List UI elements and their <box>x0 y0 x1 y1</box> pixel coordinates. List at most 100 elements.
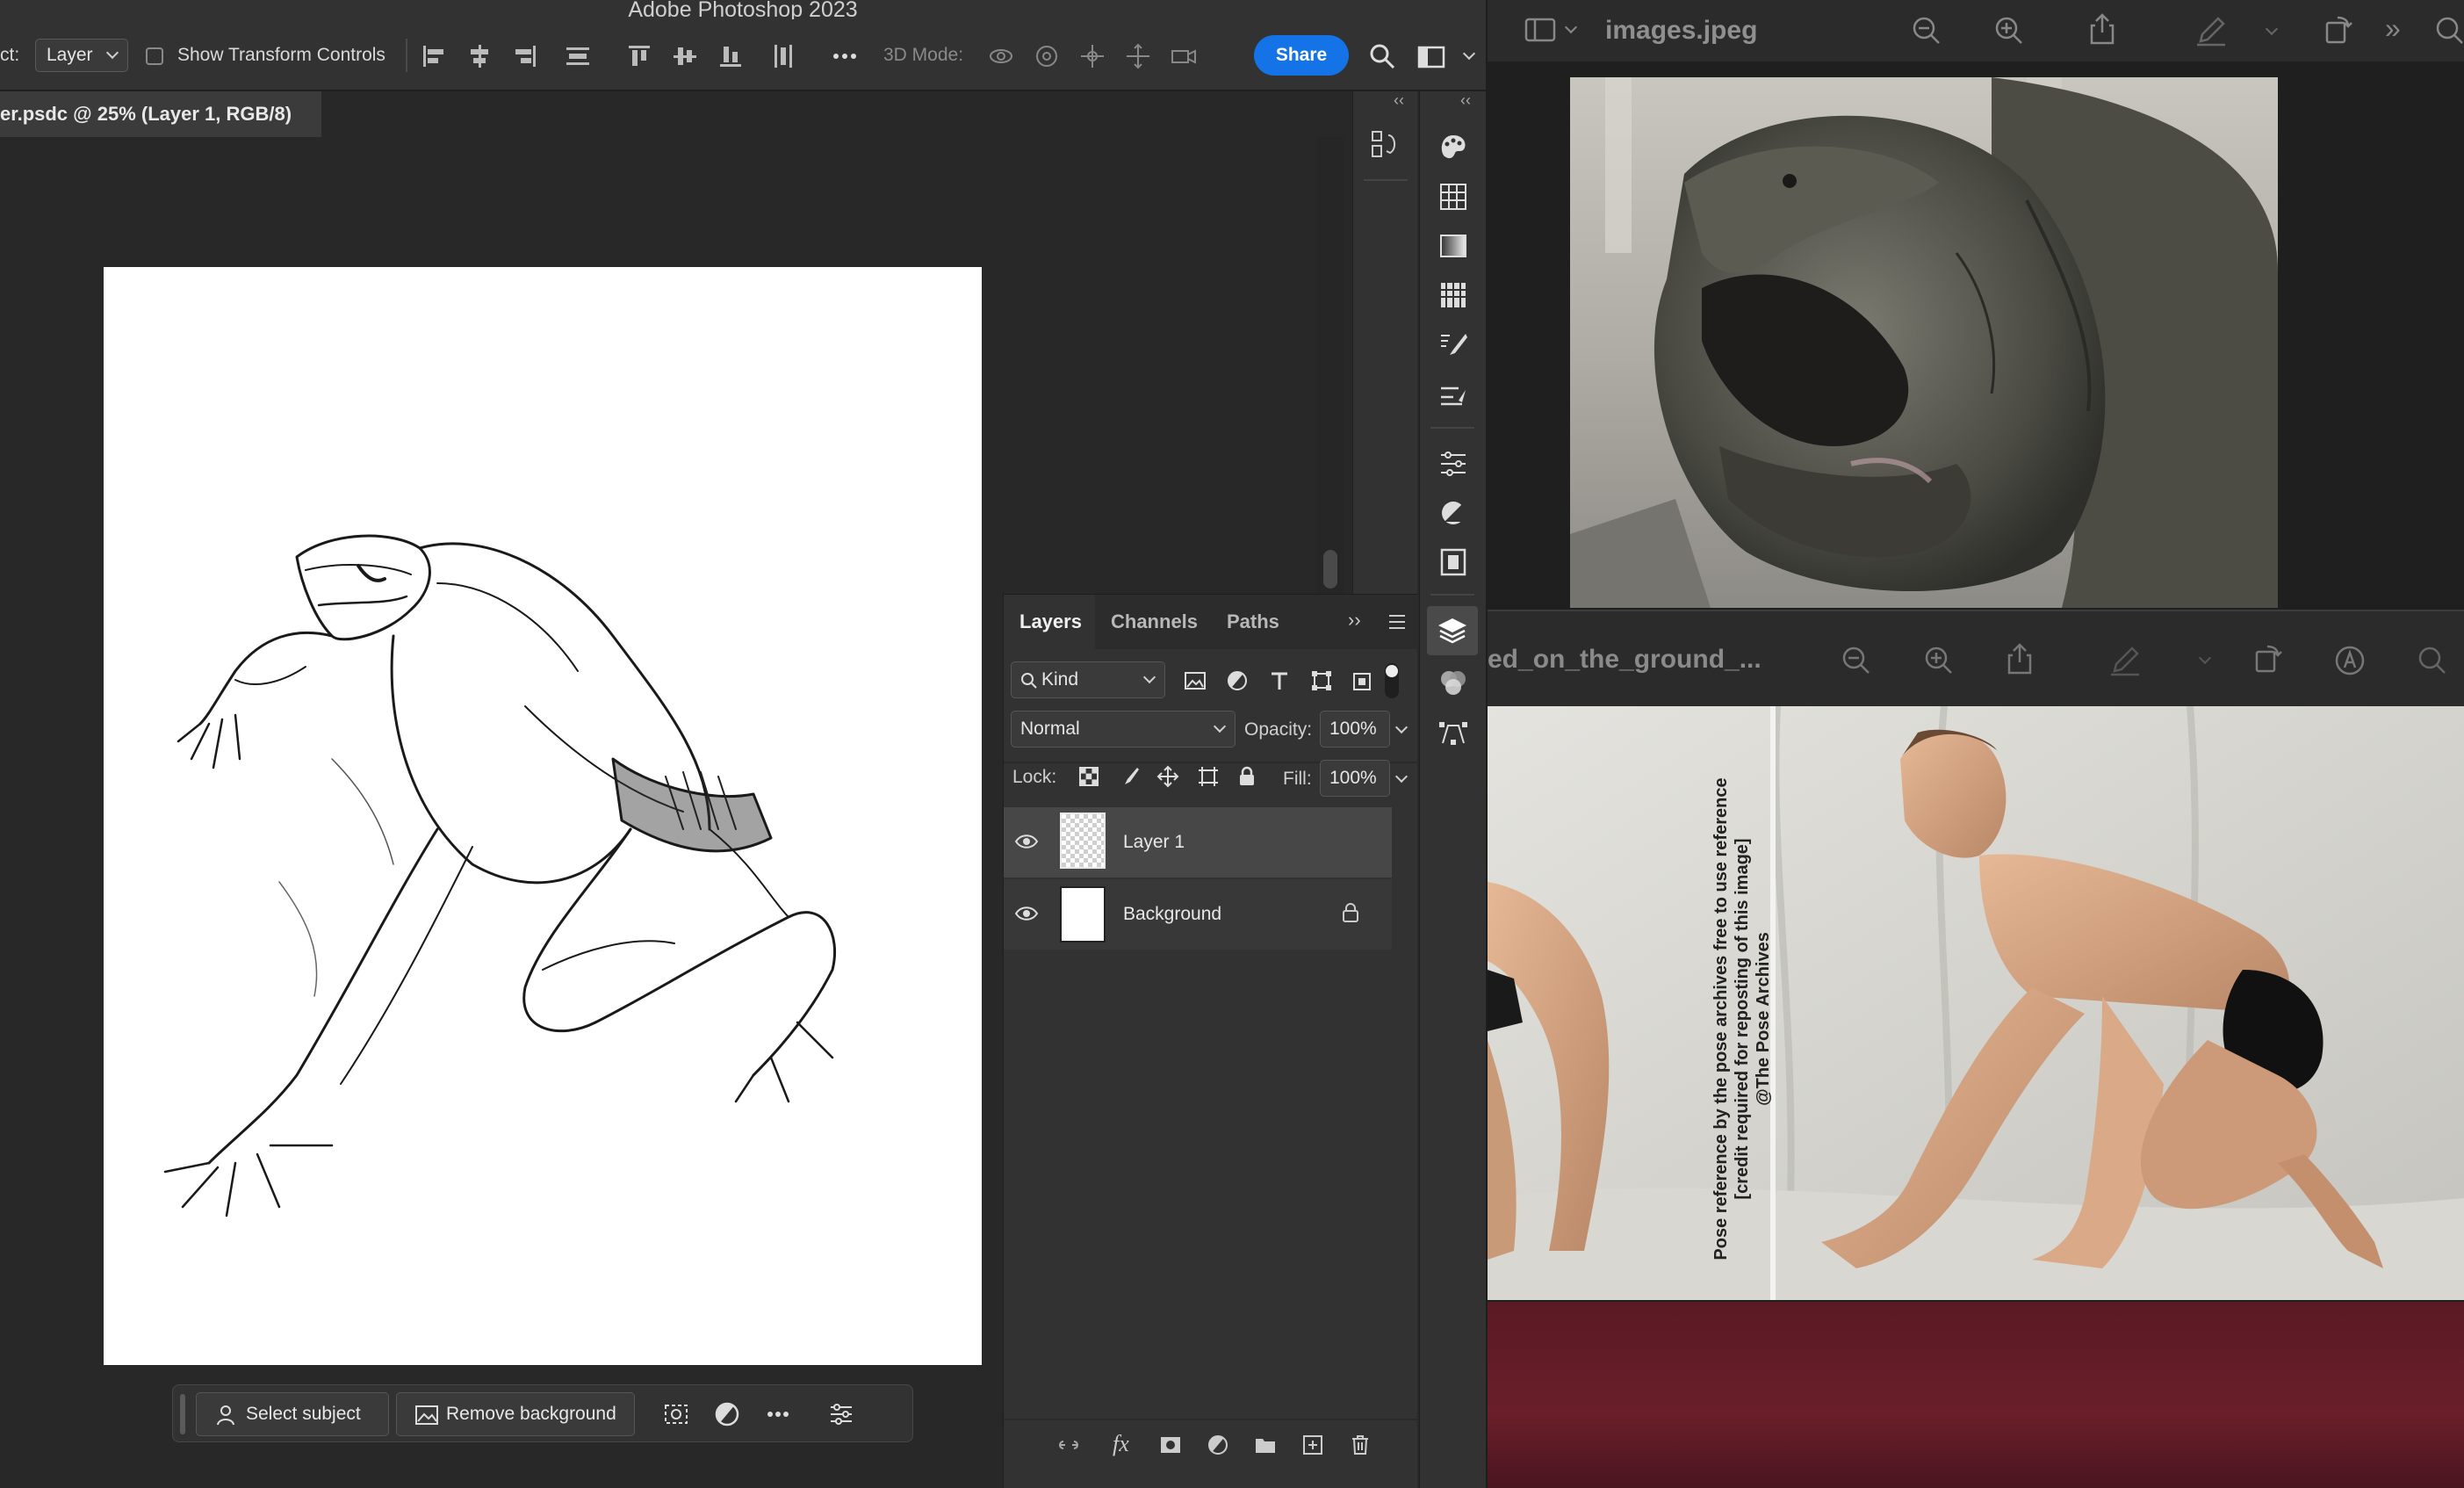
visibility-eye-icon[interactable] <box>1014 832 1039 851</box>
tab-channels[interactable]: Channels <box>1111 595 1198 649</box>
brush-settings-icon[interactable] <box>1436 378 1471 413</box>
adjustment-layer-icon[interactable] <box>1436 495 1471 531</box>
panel-expand-icon[interactable]: ›› <box>1348 609 1361 632</box>
visibility-eye-icon[interactable] <box>1014 904 1039 923</box>
shape-filter-icon[interactable] <box>1309 668 1334 693</box>
layers-dock-button[interactable] <box>1427 606 1478 655</box>
distribute-vertical-icon[interactable] <box>767 40 799 72</box>
drag-handle[interactable] <box>180 1394 185 1434</box>
align-left-icon[interactable] <box>418 40 450 72</box>
document-canvas[interactable] <box>104 267 982 1365</box>
share-icon[interactable] <box>2002 641 2037 676</box>
search-icon[interactable] <box>2415 643 2450 678</box>
opacity-chevron-icon[interactable] <box>1394 720 1409 734</box>
document-tab[interactable]: er.psdc @ 25% (Layer 1, RGB/8) <box>0 91 321 137</box>
sidebar-toggle-icon[interactable] <box>1523 12 1558 47</box>
scrollbar-thumb[interactable] <box>1323 550 1337 589</box>
more-options-icon[interactable] <box>829 40 861 72</box>
sidebar-chevron-icon[interactable] <box>1564 20 1578 34</box>
new-group-icon[interactable] <box>1253 1433 1278 1457</box>
zoom-out-icon[interactable] <box>1909 13 1944 48</box>
delete-layer-icon[interactable] <box>1348 1433 1372 1457</box>
align-center-icon[interactable] <box>464 40 495 72</box>
new-layer-icon[interactable] <box>1300 1433 1325 1457</box>
layer-name[interactable]: Background <box>1123 904 1221 925</box>
smart-object-filter-icon[interactable] <box>1350 668 1374 693</box>
opacity-input[interactable]: 100% <box>1320 711 1390 748</box>
zoom-in-icon[interactable] <box>1992 13 2027 48</box>
lock-position-icon[interactable] <box>1156 765 1179 788</box>
transform-selection-icon[interactable] <box>661 1399 691 1429</box>
lock-all-icon[interactable] <box>1236 765 1258 788</box>
pixel-layer-filter-icon[interactable] <box>1183 668 1207 693</box>
annotate-icon[interactable] <box>2332 643 2367 678</box>
collapse-arrows-icon[interactable]: ‹‹ <box>1460 91 1471 110</box>
share-button[interactable]: Share <box>1254 35 1349 76</box>
layer-row-layer-1[interactable]: Layer 1 <box>1004 807 1392 878</box>
libraries-icon[interactable] <box>1436 545 1471 580</box>
blend-mode-value: Normal <box>1020 719 1080 739</box>
layer-name[interactable]: Layer 1 <box>1123 832 1185 853</box>
canvas-vertical-scrollbar[interactable] <box>1317 137 1344 594</box>
filter-kind-dropdown[interactable]: Kind <box>1011 661 1165 698</box>
fx-icon[interactable]: fx <box>1113 1431 1129 1457</box>
more-icon[interactable] <box>763 1399 793 1429</box>
brushes-icon[interactable] <box>1436 329 1471 364</box>
search-icon[interactable] <box>1366 40 1398 72</box>
3d-roll-icon[interactable] <box>1031 40 1063 72</box>
panel-menu-icon[interactable] <box>1387 612 1408 632</box>
new-adjustment-icon[interactable] <box>1206 1433 1230 1457</box>
add-mask-icon[interactable] <box>1158 1433 1183 1457</box>
markup-icon[interactable] <box>2194 13 2229 48</box>
lock-transparent-icon[interactable] <box>1077 765 1100 788</box>
patterns-icon[interactable] <box>1436 278 1471 313</box>
lock-artboard-icon[interactable] <box>1197 765 1220 788</box>
markup-chevron-icon[interactable] <box>2265 22 2279 36</box>
rotate-icon[interactable] <box>2250 641 2285 676</box>
filter-toggle[interactable] <box>1385 663 1399 698</box>
blend-mode-dropdown[interactable]: Normal <box>1011 711 1236 748</box>
transform-controls-checkbox[interactable] <box>146 47 163 65</box>
lock-pixels-icon[interactable] <box>1118 765 1141 788</box>
share-icon[interactable] <box>2085 11 2120 47</box>
3d-pan-icon[interactable] <box>1077 40 1108 72</box>
3d-orbit-icon[interactable] <box>985 40 1017 72</box>
fill-chevron-icon[interactable] <box>1394 769 1409 784</box>
tab-layers[interactable]: Layers <box>1019 595 1082 649</box>
rotate-icon[interactable] <box>2320 12 2355 47</box>
zoom-in-icon[interactable] <box>1921 643 1956 678</box>
swatches-icon[interactable] <box>1436 179 1471 214</box>
toolbar-overflow-icon[interactable]: » <box>2385 12 2401 45</box>
align-right-icon[interactable] <box>509 40 541 72</box>
3d-camera-icon[interactable] <box>1168 40 1200 72</box>
workspace-icon[interactable] <box>1416 40 1447 72</box>
3d-slide-icon[interactable] <box>1122 40 1154 72</box>
gradient-icon[interactable] <box>1436 228 1471 264</box>
tab-paths[interactable]: Paths <box>1227 595 1279 649</box>
align-bottom-icon[interactable] <box>715 40 746 72</box>
markup-chevron-icon[interactable] <box>2198 651 2212 665</box>
auto-select-dropdown[interactable]: Layer <box>35 39 128 72</box>
workspace-chevron-icon[interactable] <box>1462 47 1476 61</box>
channels-icon[interactable] <box>1436 666 1471 701</box>
paths-icon[interactable] <box>1436 715 1471 750</box>
link-layers-icon[interactable] <box>1056 1433 1081 1457</box>
zoom-out-icon[interactable] <box>1839 643 1874 678</box>
history-icon[interactable] <box>1367 126 1402 162</box>
adjustments-icon[interactable] <box>1436 446 1471 481</box>
fill-input[interactable]: 100% <box>1320 760 1390 797</box>
select-subject-button[interactable]: Select subject <box>196 1392 389 1436</box>
layer-row-background[interactable]: Background <box>1004 879 1392 950</box>
adjustment-icon[interactable] <box>712 1399 742 1429</box>
remove-background-button[interactable]: Remove background <box>396 1392 635 1436</box>
distribute-icon[interactable] <box>562 40 594 72</box>
search-icon[interactable] <box>2432 13 2464 48</box>
align-top-icon[interactable] <box>623 40 655 72</box>
type-filter-icon[interactable] <box>1267 668 1292 693</box>
markup-icon[interactable] <box>2107 643 2143 678</box>
adjustment-filter-icon[interactable] <box>1225 668 1250 693</box>
align-middle-icon[interactable] <box>669 40 701 72</box>
settings-sliders-icon[interactable] <box>826 1399 856 1429</box>
collapse-arrows-icon[interactable]: ‹‹ <box>1394 91 1404 110</box>
color-palette-icon[interactable] <box>1436 130 1471 165</box>
